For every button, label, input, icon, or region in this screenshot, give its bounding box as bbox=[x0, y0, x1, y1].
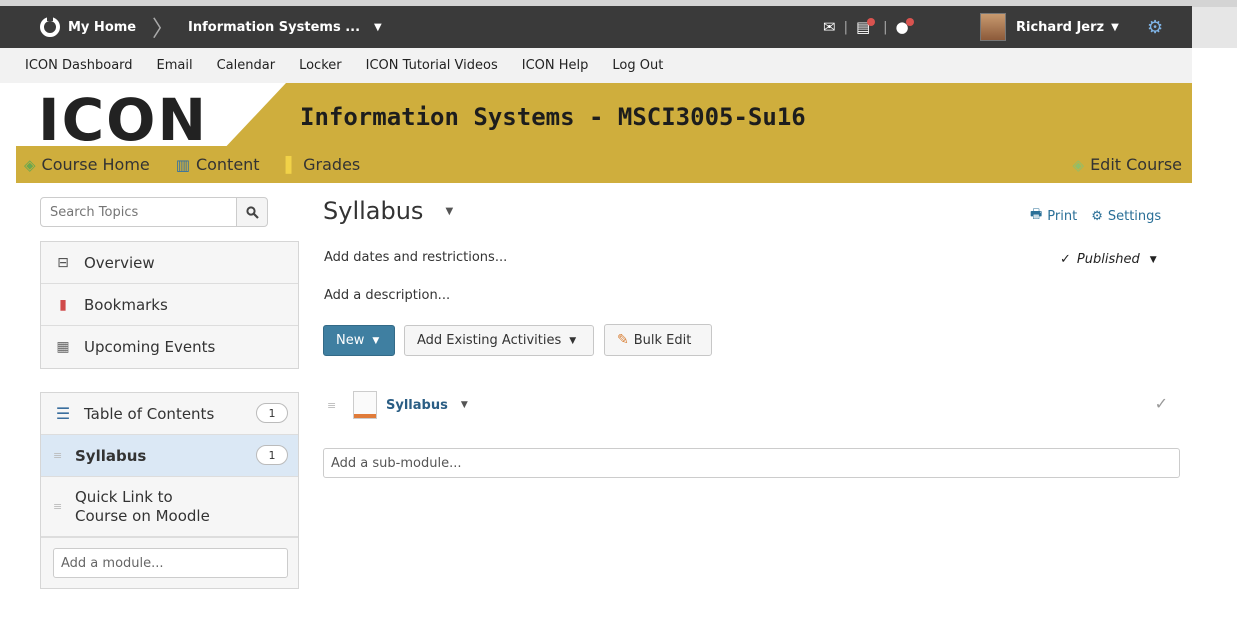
link-calendar[interactable]: Calendar bbox=[217, 58, 275, 73]
publish-status[interactable]: ✓ Published ▼ bbox=[1060, 252, 1157, 267]
message-icon[interactable]: ✉ bbox=[823, 18, 836, 36]
chat-alert-icon[interactable]: ● bbox=[896, 18, 914, 36]
nav-content[interactable]: ▥ Content bbox=[176, 155, 260, 174]
nav-grades[interactable]: ▌ Grades bbox=[286, 155, 361, 174]
user-menu[interactable]: Richard Jerz ▼ bbox=[980, 6, 1119, 48]
bulk-edit-button[interactable]: ✎ Bulk Edit bbox=[604, 324, 712, 356]
edit-course-link[interactable]: ◈ Edit Course bbox=[1073, 155, 1182, 174]
navbar: My Home 〉 Information Systems ... ▼ ✉ | … bbox=[0, 6, 1192, 48]
topic-row: ≡ Syllabus ▼ ✓ bbox=[323, 388, 1180, 422]
gear-icon: ⚙ bbox=[1147, 16, 1164, 38]
link-icon-dashboard[interactable]: ICON Dashboard bbox=[25, 58, 133, 73]
file-icon bbox=[353, 391, 377, 419]
list-icon: ☰ bbox=[55, 404, 71, 423]
chevron-down-icon: ▼ bbox=[374, 21, 382, 33]
module-quick-link[interactable]: ≡ Quick Link to Course on Moodle bbox=[41, 477, 298, 537]
drag-handle-icon[interactable]: ≡ bbox=[53, 500, 63, 513]
new-button[interactable]: New ▼ bbox=[323, 325, 395, 356]
search-button[interactable] bbox=[236, 197, 268, 227]
add-description-link[interactable]: Add a description... bbox=[324, 288, 450, 303]
topic-search bbox=[40, 197, 268, 227]
print-link[interactable]: Print bbox=[1047, 209, 1077, 224]
settings-link[interactable]: Settings bbox=[1108, 209, 1161, 224]
settings-gear[interactable]: ⚙ bbox=[1147, 6, 1163, 48]
modules-panel: ☰ Table of Contents 1 ≡ Syllabus 1 ≡ Qui… bbox=[40, 392, 299, 589]
pencil-icon: ✎ bbox=[617, 332, 629, 348]
drag-handle-icon[interactable]: ≡ bbox=[53, 449, 63, 462]
sidebar-item-overview[interactable]: ⊟ Overview bbox=[41, 242, 298, 284]
sidebar-item-upcoming-events[interactable]: ▦ Upcoming Events bbox=[41, 326, 298, 368]
link-email[interactable]: Email bbox=[157, 58, 193, 73]
edit-course-icon: ◈ bbox=[1072, 155, 1085, 174]
chevron-right-icon: 〉 bbox=[152, 17, 175, 42]
course-selector-label: Information Systems ... bbox=[188, 19, 361, 35]
chevron-down-icon: ▼ bbox=[1149, 254, 1157, 265]
table-of-contents[interactable]: ☰ Table of Contents 1 bbox=[41, 393, 298, 435]
home-logo-icon bbox=[40, 15, 60, 37]
sidebar-item-bookmarks[interactable]: ▮ Bookmarks bbox=[41, 284, 298, 326]
book-icon: ▥ bbox=[175, 155, 190, 174]
my-home-link[interactable]: My Home bbox=[40, 6, 136, 48]
checkmark-icon: ✓ bbox=[1154, 394, 1168, 413]
course-nav: ◈ Course Home ▥ Content ▌ Grades ◈ Edit … bbox=[16, 146, 1192, 183]
page-actions: 🖶 Print ⚙ Settings bbox=[1030, 205, 1166, 227]
presentation-icon: ⊟ bbox=[57, 254, 69, 271]
checkmark-icon: ✓ bbox=[1060, 252, 1071, 267]
my-home-label: My Home bbox=[68, 19, 137, 35]
link-icon-help[interactable]: ICON Help bbox=[522, 58, 589, 73]
module-syllabus[interactable]: ≡ Syllabus 1 bbox=[41, 435, 298, 477]
grades-icon: ▌ bbox=[285, 155, 298, 174]
nav-course-home[interactable]: ◈ Course Home bbox=[24, 155, 150, 174]
subscription-alert-icon[interactable]: ▤ bbox=[856, 18, 876, 36]
add-dates-link[interactable]: Add dates and restrictions... bbox=[324, 250, 507, 265]
notification-icons: ✉ | ▤ | ● bbox=[823, 6, 914, 48]
link-tutorial-videos[interactable]: ICON Tutorial Videos bbox=[366, 58, 498, 73]
top-bar: My Home 〉 Information Systems ... ▼ ✉ | … bbox=[0, 0, 1237, 48]
bookmark-icon: ▮ bbox=[59, 296, 67, 313]
add-sub-module-input[interactable]: Add a sub-module... bbox=[323, 448, 1180, 478]
course-banner: ICON Information Systems - MSCI3005-Su16… bbox=[16, 83, 1192, 183]
gear-icon: ⚙ bbox=[1091, 208, 1103, 224]
course-selector[interactable]: 〉 Information Systems ... ▼ bbox=[138, 6, 382, 48]
module-count-badge: 1 bbox=[256, 445, 288, 465]
link-bar: ICON Dashboard Email Calendar Locker ICO… bbox=[0, 48, 1192, 83]
topic-link[interactable]: Syllabus bbox=[386, 398, 448, 413]
page-title: Syllabus ▼ bbox=[323, 197, 454, 225]
chevron-down-icon: ▼ bbox=[569, 335, 577, 346]
avatar bbox=[980, 13, 1006, 41]
tools-panel: ⊟ Overview ▮ Bookmarks ▦ Upcoming Events bbox=[40, 241, 299, 369]
printer-icon: 🖶 bbox=[1030, 207, 1043, 222]
icon-logo[interactable]: ICON bbox=[38, 86, 208, 154]
link-log-out[interactable]: Log Out bbox=[612, 58, 663, 73]
search-input[interactable] bbox=[40, 197, 237, 227]
chevron-down-icon: ▼ bbox=[1111, 21, 1119, 33]
drag-handle-icon[interactable]: ≡ bbox=[327, 399, 337, 412]
user-name: Richard Jerz bbox=[1016, 19, 1105, 35]
chevron-down-icon: ▼ bbox=[372, 335, 380, 346]
add-module-input[interactable]: Add a module... bbox=[53, 548, 288, 578]
toc-count-badge: 1 bbox=[256, 403, 288, 423]
chevron-down-icon[interactable]: ▼ bbox=[461, 400, 468, 410]
search-icon bbox=[245, 205, 259, 219]
link-locker[interactable]: Locker bbox=[299, 58, 342, 73]
course-title: Information Systems - MSCI3005-Su16 bbox=[300, 103, 806, 131]
title-menu-caret-icon[interactable]: ▼ bbox=[445, 206, 453, 217]
course-home-icon: ◈ bbox=[24, 155, 36, 174]
calendar-icon: ▦ bbox=[56, 339, 70, 355]
add-existing-activities-button[interactable]: Add Existing Activities ▼ bbox=[404, 325, 594, 356]
